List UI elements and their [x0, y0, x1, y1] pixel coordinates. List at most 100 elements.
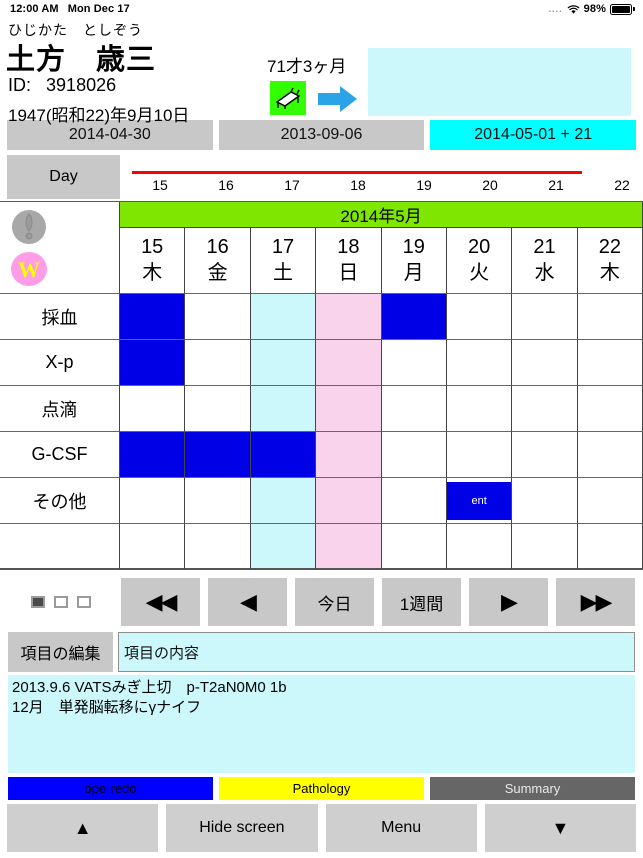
- schedule-cell[interactable]: [316, 478, 382, 524]
- schedule-cell[interactable]: [381, 432, 447, 478]
- schedule-cell[interactable]: [185, 478, 251, 524]
- row-label[interactable]: [0, 524, 120, 570]
- schedule-cell[interactable]: [446, 432, 513, 478]
- row-label[interactable]: 採血: [0, 294, 120, 340]
- schedule-cell[interactable]: [446, 524, 513, 570]
- day-ruler-row: Day 15 16 17 18 19 20 21 22: [0, 155, 643, 199]
- day-header-cell[interactable]: 17 土: [250, 228, 317, 294]
- schedule-cell[interactable]: [512, 432, 578, 478]
- page-indicator-3[interactable]: [76, 596, 91, 608]
- schedule-cell[interactable]: [120, 340, 186, 386]
- schedule-cell[interactable]: [381, 524, 447, 570]
- scroll-up-button[interactable]: ▲: [7, 804, 159, 852]
- schedule-cell[interactable]: [120, 386, 186, 432]
- date-button-operation[interactable]: 2013-09-06: [218, 120, 425, 150]
- schedule-cell[interactable]: [381, 478, 447, 524]
- day-header-cell[interactable]: 22 木: [577, 228, 643, 294]
- svg-text:W: W: [18, 257, 40, 282]
- schedule-cell[interactable]: [512, 524, 578, 570]
- pathology-tag-button[interactable]: Pathology: [219, 777, 424, 800]
- schedule-cell[interactable]: [577, 340, 643, 386]
- day-header-cell[interactable]: 19 月: [381, 228, 447, 294]
- one-week-button[interactable]: 1週間: [382, 578, 461, 626]
- summary-tag-button[interactable]: Summary: [430, 777, 635, 800]
- patient-name: 土方 歳三: [6, 44, 157, 76]
- warning-circle-icon[interactable]: [10, 207, 48, 247]
- schedule-cell[interactable]: [316, 524, 382, 570]
- schedule-cell[interactable]: [381, 340, 447, 386]
- rewind-button[interactable]: ◀◀: [121, 578, 200, 626]
- schedule-cell[interactable]: [120, 294, 186, 340]
- arrow-right-icon: [318, 86, 357, 112]
- prev-icon: ◀: [240, 589, 257, 614]
- scroll-down-button[interactable]: ▼: [484, 804, 636, 852]
- schedule-cell[interactable]: [446, 340, 513, 386]
- schedule-cell[interactable]: [250, 340, 317, 386]
- today-button[interactable]: 今日: [295, 578, 374, 626]
- row-label[interactable]: G-CSF: [0, 432, 120, 478]
- schedule-cell[interactable]: [577, 294, 643, 340]
- page-indicator-1[interactable]: [30, 596, 45, 608]
- schedule-cell[interactable]: [250, 478, 317, 524]
- schedule-cell[interactable]: [577, 386, 643, 432]
- schedule-cell[interactable]: [250, 524, 317, 570]
- table-row: [0, 524, 643, 570]
- patient-header: ひじかた としぞう 土方 歳三 ID: 3918026 1947(昭和22)年9…: [0, 18, 643, 125]
- prev-button[interactable]: ◀: [208, 578, 287, 626]
- schedule-cell[interactable]: [250, 432, 317, 478]
- menu-button[interactable]: Menu: [325, 804, 477, 852]
- ope-redo-tag-button[interactable]: ope-redo: [8, 777, 213, 800]
- row-label[interactable]: X-p: [0, 340, 120, 386]
- hide-screen-button[interactable]: Hide screen: [166, 804, 318, 852]
- fast-forward-button[interactable]: ▶▶: [556, 578, 635, 626]
- schedule-cell[interactable]: [316, 432, 382, 478]
- schedule-cell[interactable]: [250, 386, 317, 432]
- day-header-cell[interactable]: 15 木: [120, 228, 186, 294]
- schedule-cell[interactable]: [120, 478, 186, 524]
- schedule-cell[interactable]: ent: [446, 478, 513, 524]
- schedule-cell[interactable]: [577, 432, 643, 478]
- page-indicator-2[interactable]: [53, 596, 68, 608]
- schedule-cell[interactable]: [250, 294, 317, 340]
- schedule-cell[interactable]: [185, 340, 251, 386]
- ruler-tick: 22: [614, 177, 630, 193]
- schedule-cell[interactable]: [185, 294, 251, 340]
- schedule-cell[interactable]: [577, 524, 643, 570]
- day-mode-button[interactable]: Day: [7, 155, 120, 199]
- status-bar-left: 12:00 AM Mon Dec 17: [10, 3, 130, 15]
- schedule-cell[interactable]: [185, 524, 251, 570]
- schedule-cell[interactable]: [446, 386, 513, 432]
- schedule-cell[interactable]: [120, 524, 186, 570]
- row-label[interactable]: 点滴: [0, 386, 120, 432]
- schedule-cell[interactable]: [185, 432, 251, 478]
- schedule-cell[interactable]: [185, 386, 251, 432]
- fast-forward-icon: ▶▶: [580, 589, 613, 614]
- schedule-cell[interactable]: [512, 386, 578, 432]
- date-button-current[interactable]: 2014-05-01 + 21: [430, 120, 637, 150]
- item-content-input[interactable]: 項目の内容: [118, 632, 635, 672]
- arrow-up-icon: ▲: [73, 817, 92, 838]
- row-label[interactable]: その他: [0, 478, 120, 524]
- clinical-notes[interactable]: 2013.9.6 VATSみぎ上切 p-T2aN0M0 1b 12月 単発脳転移…: [8, 675, 635, 773]
- patient-memo-box[interactable]: [368, 48, 631, 116]
- schedule-cell[interactable]: [446, 294, 513, 340]
- next-button[interactable]: ▶: [469, 578, 548, 626]
- schedule-cell[interactable]: [512, 478, 578, 524]
- schedule-cell[interactable]: [381, 386, 447, 432]
- day-header-cell[interactable]: 16 金: [185, 228, 251, 294]
- edit-item-button[interactable]: 項目の編集: [8, 632, 113, 672]
- schedule-cell[interactable]: [316, 386, 382, 432]
- schedule-cell[interactable]: [512, 340, 578, 386]
- schedule-cell[interactable]: [381, 294, 447, 340]
- schedule-cell[interactable]: [316, 294, 382, 340]
- schedule-cell[interactable]: [316, 340, 382, 386]
- schedule-cell[interactable]: [512, 294, 578, 340]
- day-header-cell[interactable]: 20 火: [446, 228, 513, 294]
- schedule-cell[interactable]: [577, 478, 643, 524]
- bed-status-button[interactable]: [270, 81, 306, 115]
- day-header-cell[interactable]: 18 日: [316, 228, 382, 294]
- w-badge-icon[interactable]: W: [10, 250, 48, 288]
- schedule-header: W 2014年5月 15 木 16 金 17 土 18 日 19 月 20 火 …: [0, 202, 643, 294]
- schedule-cell[interactable]: [120, 432, 186, 478]
- day-header-cell[interactable]: 21 水: [512, 228, 578, 294]
